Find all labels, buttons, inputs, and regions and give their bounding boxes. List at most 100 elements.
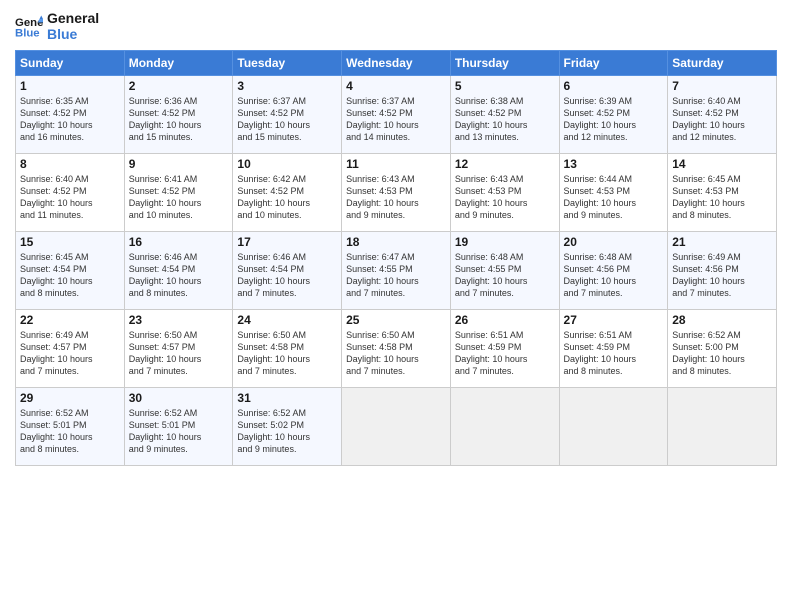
calendar-day-cell: 1 Sunrise: 6:35 AM Sunset: 4:52 PM Daylig…: [16, 76, 125, 154]
day-number: 17: [237, 235, 337, 249]
calendar-day-cell: 28 Sunrise: 6:52 AM Sunset: 5:00 PM Dayli…: [668, 310, 777, 388]
day-number: 25: [346, 313, 446, 327]
day-info: Sunrise: 6:40 AM Sunset: 4:52 PM Dayligh…: [20, 173, 120, 222]
day-info: Sunrise: 6:39 AM Sunset: 4:52 PM Dayligh…: [564, 95, 664, 144]
day-number: 30: [129, 391, 229, 405]
day-info: Sunrise: 6:38 AM Sunset: 4:52 PM Dayligh…: [455, 95, 555, 144]
calendar-day-cell: 30 Sunrise: 6:52 AM Sunset: 5:01 PM Dayli…: [124, 388, 233, 466]
day-info: Sunrise: 6:50 AM Sunset: 4:58 PM Dayligh…: [346, 329, 446, 378]
day-info: Sunrise: 6:47 AM Sunset: 4:55 PM Dayligh…: [346, 251, 446, 300]
day-info: Sunrise: 6:48 AM Sunset: 4:55 PM Dayligh…: [455, 251, 555, 300]
calendar-day-cell: 6 Sunrise: 6:39 AM Sunset: 4:52 PM Daylig…: [559, 76, 668, 154]
day-header-monday: Monday: [124, 51, 233, 76]
calendar-day-cell: 9 Sunrise: 6:41 AM Sunset: 4:52 PM Daylig…: [124, 154, 233, 232]
calendar-day-cell: 5 Sunrise: 6:38 AM Sunset: 4:52 PM Daylig…: [450, 76, 559, 154]
calendar-day-cell: 27 Sunrise: 6:51 AM Sunset: 4:59 PM Dayli…: [559, 310, 668, 388]
day-info: Sunrise: 6:43 AM Sunset: 4:53 PM Dayligh…: [346, 173, 446, 222]
day-header-thursday: Thursday: [450, 51, 559, 76]
calendar-week-row: 22Sunrise: 6:49 AM Sunset: 4:57 PM Dayli…: [16, 310, 777, 388]
calendar-day-cell: 19 Sunrise: 6:48 AM Sunset: 4:55 PM Dayli…: [450, 232, 559, 310]
day-number: 16: [129, 235, 229, 249]
day-number: 23: [129, 313, 229, 327]
day-number: 6: [564, 79, 664, 93]
day-info: Sunrise: 6:50 AM Sunset: 4:58 PM Dayligh…: [237, 329, 337, 378]
calendar-day-cell: 8Sunrise: 6:40 AM Sunset: 4:52 PM Daylig…: [16, 154, 125, 232]
day-number: 12: [455, 157, 555, 171]
day-info: Sunrise: 6:51 AM Sunset: 4:59 PM Dayligh…: [455, 329, 555, 378]
day-number: 31: [237, 391, 337, 405]
day-number: 3: [237, 79, 337, 93]
logo: General Blue General Blue: [15, 10, 99, 42]
day-number: 9: [129, 157, 229, 171]
day-info: Sunrise: 6:52 AM Sunset: 5:01 PM Dayligh…: [20, 407, 120, 456]
day-number: 29: [20, 391, 120, 405]
calendar-week-row: 29 Sunrise: 6:52 AM Sunset: 5:01 PM Dayli…: [16, 388, 777, 466]
calendar-day-cell: 20 Sunrise: 6:48 AM Sunset: 4:56 PM Dayli…: [559, 232, 668, 310]
day-header-tuesday: Tuesday: [233, 51, 342, 76]
calendar-day-cell: 31 Sunrise: 6:52 AM Sunset: 5:02 PM Dayli…: [233, 388, 342, 466]
calendar-day-cell: 10Sunrise: 6:42 AM Sunset: 4:52 PM Dayli…: [233, 154, 342, 232]
day-info: Sunrise: 6:41 AM Sunset: 4:52 PM Dayligh…: [129, 173, 229, 222]
calendar-day-cell: 7 Sunrise: 6:40 AM Sunset: 4:52 PM Daylig…: [668, 76, 777, 154]
day-header-sunday: Sunday: [16, 51, 125, 76]
page-header: General Blue General Blue: [15, 10, 777, 42]
day-header-friday: Friday: [559, 51, 668, 76]
calendar-day-cell: 21Sunrise: 6:49 AM Sunset: 4:56 PM Dayli…: [668, 232, 777, 310]
logo-icon: General Blue: [15, 12, 43, 40]
day-number: 1: [20, 79, 120, 93]
calendar-day-cell: [668, 388, 777, 466]
day-number: 14: [672, 157, 772, 171]
calendar-day-cell: 24 Sunrise: 6:50 AM Sunset: 4:58 PM Dayli…: [233, 310, 342, 388]
day-info: Sunrise: 6:52 AM Sunset: 5:02 PM Dayligh…: [237, 407, 337, 456]
day-info: Sunrise: 6:37 AM Sunset: 4:52 PM Dayligh…: [237, 95, 337, 144]
day-info: Sunrise: 6:52 AM Sunset: 5:01 PM Dayligh…: [129, 407, 229, 456]
calendar-week-row: 8Sunrise: 6:40 AM Sunset: 4:52 PM Daylig…: [16, 154, 777, 232]
day-header-wednesday: Wednesday: [342, 51, 451, 76]
calendar-week-row: 15Sunrise: 6:45 AM Sunset: 4:54 PM Dayli…: [16, 232, 777, 310]
day-info: Sunrise: 6:46 AM Sunset: 4:54 PM Dayligh…: [129, 251, 229, 300]
calendar-header-row: SundayMondayTuesdayWednesdayThursdayFrid…: [16, 51, 777, 76]
day-info: Sunrise: 6:40 AM Sunset: 4:52 PM Dayligh…: [672, 95, 772, 144]
day-number: 13: [564, 157, 664, 171]
day-number: 24: [237, 313, 337, 327]
calendar-day-cell: 12Sunrise: 6:43 AM Sunset: 4:53 PM Dayli…: [450, 154, 559, 232]
logo-text-line2: Blue: [47, 26, 99, 42]
calendar-day-cell: 17Sunrise: 6:46 AM Sunset: 4:54 PM Dayli…: [233, 232, 342, 310]
day-info: Sunrise: 6:51 AM Sunset: 4:59 PM Dayligh…: [564, 329, 664, 378]
calendar-day-cell: 16 Sunrise: 6:46 AM Sunset: 4:54 PM Dayli…: [124, 232, 233, 310]
day-info: Sunrise: 6:42 AM Sunset: 4:52 PM Dayligh…: [237, 173, 337, 222]
day-info: Sunrise: 6:35 AM Sunset: 4:52 PM Dayligh…: [20, 95, 120, 144]
logo-text-line1: General: [47, 10, 99, 26]
day-info: Sunrise: 6:49 AM Sunset: 4:56 PM Dayligh…: [672, 251, 772, 300]
day-number: 7: [672, 79, 772, 93]
calendar-day-cell: 22Sunrise: 6:49 AM Sunset: 4:57 PM Dayli…: [16, 310, 125, 388]
day-info: Sunrise: 6:45 AM Sunset: 4:53 PM Dayligh…: [672, 173, 772, 222]
calendar-day-cell: 29 Sunrise: 6:52 AM Sunset: 5:01 PM Dayli…: [16, 388, 125, 466]
day-number: 4: [346, 79, 446, 93]
day-number: 15: [20, 235, 120, 249]
day-number: 11: [346, 157, 446, 171]
calendar-day-cell: 13 Sunrise: 6:44 AM Sunset: 4:53 PM Dayli…: [559, 154, 668, 232]
calendar-day-cell: 25 Sunrise: 6:50 AM Sunset: 4:58 PM Dayli…: [342, 310, 451, 388]
day-number: 2: [129, 79, 229, 93]
day-info: Sunrise: 6:52 AM Sunset: 5:00 PM Dayligh…: [672, 329, 772, 378]
day-info: Sunrise: 6:37 AM Sunset: 4:52 PM Dayligh…: [346, 95, 446, 144]
day-number: 28: [672, 313, 772, 327]
day-number: 26: [455, 313, 555, 327]
calendar-day-cell: [342, 388, 451, 466]
day-number: 27: [564, 313, 664, 327]
calendar-day-cell: 2Sunrise: 6:36 AM Sunset: 4:52 PM Daylig…: [124, 76, 233, 154]
day-info: Sunrise: 6:49 AM Sunset: 4:57 PM Dayligh…: [20, 329, 120, 378]
day-number: 5: [455, 79, 555, 93]
calendar-day-cell: 23 Sunrise: 6:50 AM Sunset: 4:57 PM Dayli…: [124, 310, 233, 388]
calendar-day-cell: 18Sunrise: 6:47 AM Sunset: 4:55 PM Dayli…: [342, 232, 451, 310]
day-number: 19: [455, 235, 555, 249]
day-info: Sunrise: 6:48 AM Sunset: 4:56 PM Dayligh…: [564, 251, 664, 300]
page-container: General Blue General Blue SundayMondayTu…: [0, 0, 792, 612]
day-number: 20: [564, 235, 664, 249]
calendar-day-cell: 11 Sunrise: 6:43 AM Sunset: 4:53 PM Dayli…: [342, 154, 451, 232]
calendar-day-cell: 15Sunrise: 6:45 AM Sunset: 4:54 PM Dayli…: [16, 232, 125, 310]
day-info: Sunrise: 6:44 AM Sunset: 4:53 PM Dayligh…: [564, 173, 664, 222]
svg-text:Blue: Blue: [15, 28, 40, 40]
day-info: Sunrise: 6:50 AM Sunset: 4:57 PM Dayligh…: [129, 329, 229, 378]
